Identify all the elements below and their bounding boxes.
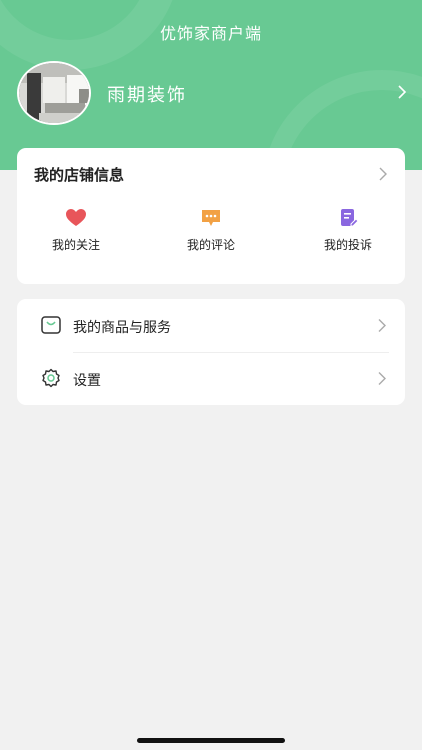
app-title: 优饰家商户端	[159, 24, 262, 43]
chevron-right-icon[interactable]	[378, 167, 388, 181]
action-my-follows[interactable]: 我的关注	[36, 208, 116, 253]
action-label: 我的投诉	[323, 238, 372, 252]
shop-info-card: 我的店铺信息 我的关注 我的评论 我的投诉	[17, 148, 405, 284]
store-avatar[interactable]	[17, 61, 91, 125]
profile-header: 优饰家商户端 雨期装饰	[0, 0, 422, 170]
store-photo	[19, 63, 89, 123]
shop-info-title[interactable]: 我的店铺信息	[34, 164, 124, 185]
chevron-right-icon[interactable]	[396, 84, 408, 100]
settings-gear-icon	[42, 368, 60, 388]
store-name[interactable]: 雨期装饰	[107, 81, 187, 107]
comment-icon	[202, 210, 220, 226]
action-my-comments[interactable]: 我的评论	[171, 208, 251, 253]
chevron-right-icon	[378, 319, 386, 332]
action-label: 我的评论	[186, 238, 235, 252]
chevron-right-icon	[378, 372, 386, 385]
edit-document-icon	[341, 209, 359, 227]
heart-icon	[66, 209, 86, 226]
action-my-complaints[interactable]: 我的投诉	[308, 208, 388, 253]
menu-item-settings[interactable]: 设置	[17, 352, 405, 405]
menu-card: 我的商品与服务 设置	[17, 299, 405, 405]
shopping-bag-icon	[41, 316, 61, 334]
action-label: 我的关注	[51, 238, 100, 252]
menu-item-label: 设置	[73, 373, 101, 389]
home-indicator[interactable]	[137, 738, 285, 743]
menu-item-products-services[interactable]: 我的商品与服务	[17, 299, 405, 353]
menu-item-label: 我的商品与服务	[73, 320, 171, 336]
